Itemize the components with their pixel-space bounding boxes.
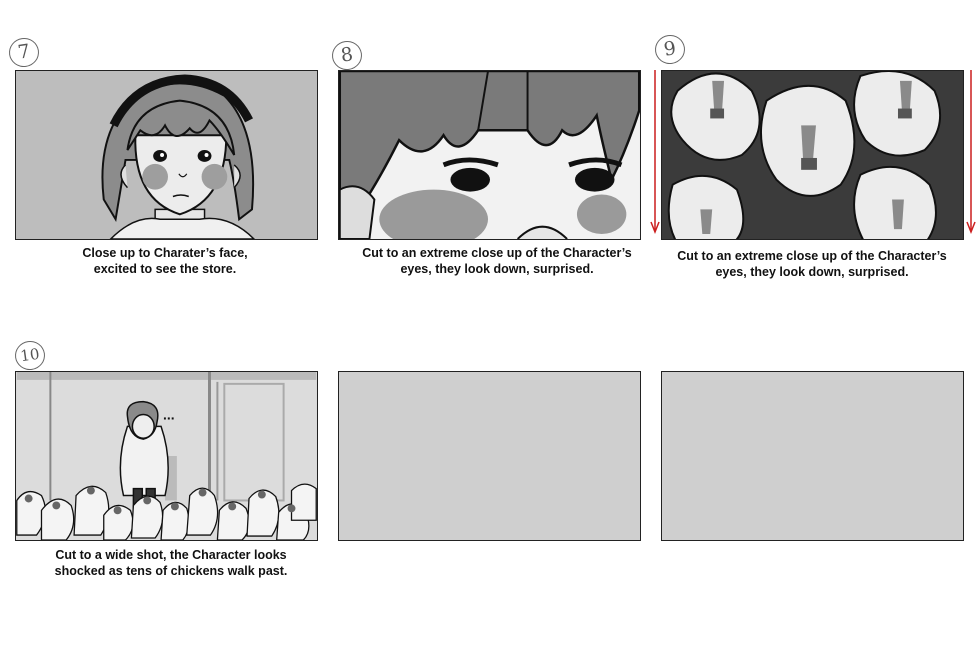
storyboard-panel-8 [338, 70, 641, 240]
panel-caption-9: Cut to an extreme close up of the Charac… [677, 249, 947, 279]
character-face-closeup-drawing [16, 71, 317, 239]
storyboard-panel-blank-1 [338, 371, 641, 541]
eyes-extreme-closeup-drawing [339, 71, 640, 239]
speech-ellipsis: ... [163, 406, 175, 422]
panel-number-7: 7 [7, 36, 41, 69]
storyboard-panel-blank-2 [661, 371, 964, 541]
storyboard-panel-7 [15, 70, 318, 240]
panel-number-10: 10 [13, 339, 47, 372]
panel-caption-8: Cut to an extreme close up of the Charac… [362, 246, 632, 276]
storyboard-panel-10: ... [15, 371, 318, 541]
wide-shot-chickens-drawing: ... [16, 372, 317, 540]
chickens-overhead-drawing [662, 71, 963, 239]
storyboard-panel-9 [661, 70, 964, 240]
down-arrow-right [966, 70, 976, 235]
panel-caption-10: Cut to a wide shot, the Character looks … [54, 548, 288, 578]
panel-number-9: 9 [653, 33, 687, 66]
down-arrow-left [650, 70, 660, 235]
panel-number-8: 8 [330, 39, 364, 72]
panel-caption-7: Close up to Charater’s face, excited to … [82, 246, 248, 276]
